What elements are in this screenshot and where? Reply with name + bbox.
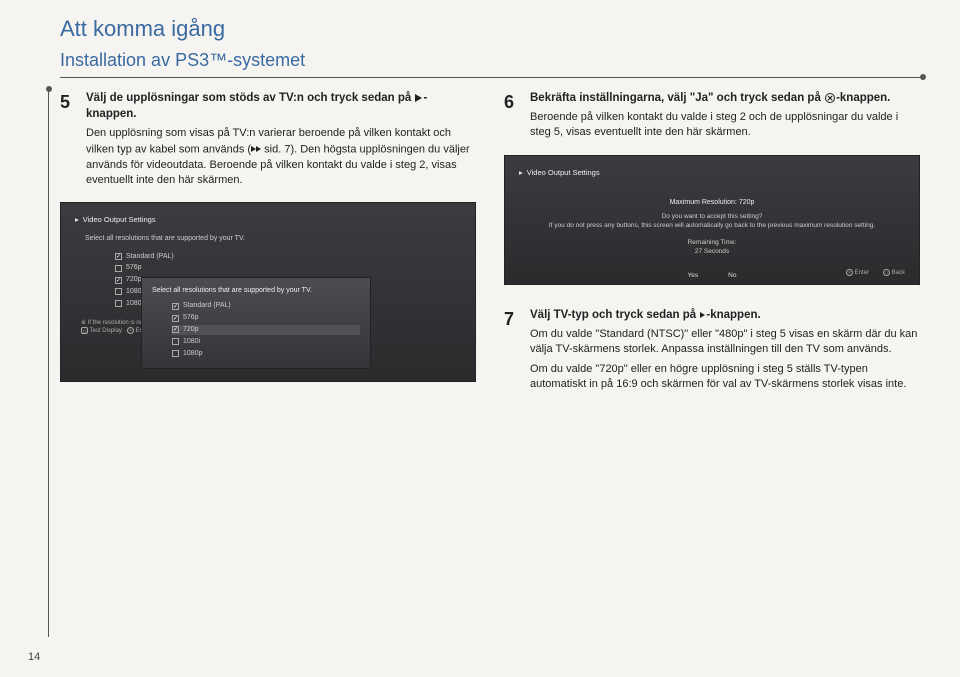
step-5-title: Välj de upplösningar som stöds av TV:n o…	[86, 90, 476, 122]
ss1o-res-3: 1080i	[172, 337, 360, 347]
step-5-number: 5	[60, 90, 78, 192]
step-7: 7 Välj TV-typ och tryck sedan på -knappe…	[504, 307, 920, 397]
ss1-overlay-sub: Select all resolutions that are supporte…	[152, 286, 360, 296]
ss2-yes: Yes	[688, 271, 699, 280]
step-7-number: 7	[504, 307, 522, 397]
header-subtitle: Installation av PS3™-systemet	[60, 50, 920, 71]
step-6-text: Beroende på vilken kontakt du valde i st…	[530, 110, 920, 141]
ss2-q2: If you do not press any buttons, this sc…	[519, 221, 905, 230]
left-column: 5 Välj de upplösningar som stöds av TV:n…	[60, 90, 476, 407]
page-number: 14	[28, 651, 40, 663]
step-7-title: Välj TV-typ och tryck sedan på -knappen.	[530, 307, 920, 323]
ss2-max: Maximum Resolution: 720p	[519, 198, 905, 208]
ss1-res-0: Standard (PAL)	[115, 252, 461, 262]
fast-forward-icon	[251, 142, 261, 157]
ss2-q1: Do you want to accept this setting?	[519, 212, 905, 221]
ss1o-res-4: 1080p	[172, 349, 360, 359]
screenshot-resolutions: ▸Video Output Settings Select all resolu…	[60, 202, 476, 382]
ss2-remain1: Remaining Time:	[519, 238, 905, 247]
step-7-text-2: Om du valde "720p" eller en högre upplös…	[530, 362, 920, 393]
ss1-title: ▸Video Output Settings	[75, 215, 461, 226]
step-6: 6 Bekräfta inställningarna, välj "Ja" oc…	[504, 90, 920, 145]
ss1o-res-1: 576p	[172, 313, 360, 323]
page-header: Att komma igång Installation av PS3™-sys…	[60, 16, 920, 71]
play-icon	[700, 312, 705, 318]
right-column: 6 Bekräfta inställningarna, välj "Ja" oc…	[504, 90, 920, 407]
ss2-bottombar: × Enter ○ Back	[846, 269, 905, 277]
step-7-text-1: Om du valde "Standard (NTSC)" eller "480…	[530, 327, 920, 358]
ss1o-res-0: Standard (PAL)	[172, 301, 360, 311]
ss2-no: No	[728, 271, 736, 280]
header-rule	[60, 77, 920, 78]
rule-dot-top	[46, 86, 52, 92]
step-6-title: Bekräfta inställningarna, välj "Ja" och …	[530, 90, 920, 106]
step-5-text: Den upplösning som visas på TV:n variera…	[86, 126, 476, 188]
ss1-overlay-popup: Select all resolutions that are supporte…	[141, 277, 371, 370]
screenshot-confirm: ▸Video Output Settings Maximum Resolutio…	[504, 155, 920, 285]
ss1-res-1: 576p	[115, 263, 461, 273]
play-icon	[415, 94, 422, 102]
step-5: 5 Välj de upplösningar som stöds av TV:n…	[60, 90, 476, 192]
ss1o-res-2: 720p	[172, 325, 360, 335]
ss1-subtitle: Select all resolutions that are supporte…	[85, 234, 461, 244]
x-icon: ✕	[825, 93, 835, 103]
left-rule	[48, 90, 49, 637]
ss2-remain2: 27 Seconds	[519, 247, 905, 256]
step-6-number: 6	[504, 90, 522, 145]
page-body: Att komma igång Installation av PS3™-sys…	[0, 0, 960, 427]
header-title: Att komma igång	[60, 16, 920, 42]
ss2-title: ▸Video Output Settings	[519, 168, 905, 179]
